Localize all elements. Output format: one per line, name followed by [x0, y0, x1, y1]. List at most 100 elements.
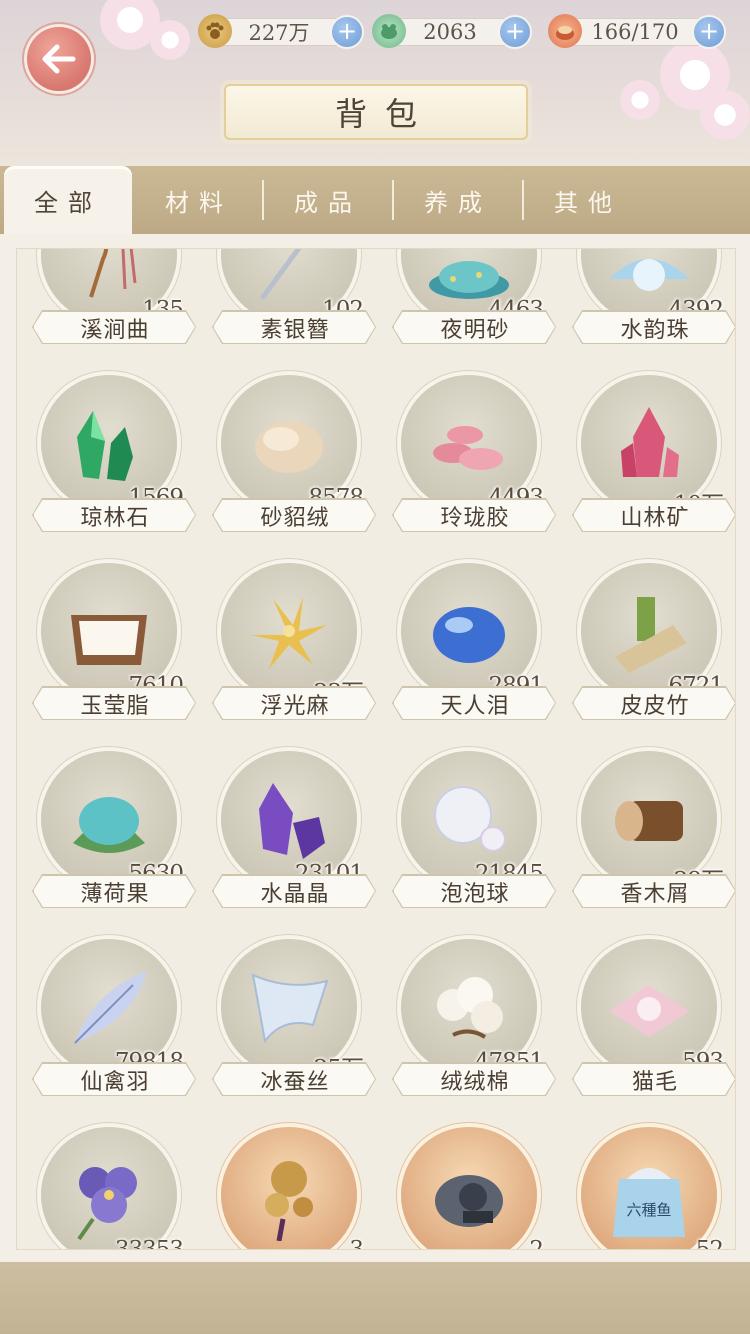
- mint-fruit-icon: [73, 797, 145, 853]
- item-name-plate: 浮光麻: [213, 687, 375, 719]
- item-name-plate: 水韵珠: [573, 311, 735, 343]
- item-cell[interactable]: 47851 绒绒棉: [385, 939, 565, 1127]
- item-name: 砂貂绒: [260, 506, 330, 531]
- item-name: 玉莹脂: [80, 694, 150, 719]
- stone-mold-icon: [435, 1175, 503, 1227]
- page-title: 背包: [334, 95, 435, 133]
- item-name: 泡泡球: [440, 882, 510, 907]
- item-count: 3: [349, 1237, 364, 1250]
- item-name-plate: 皮皮竹: [573, 687, 735, 719]
- item-name: 薄荷果: [80, 882, 150, 907]
- item-name: 香木屑: [620, 882, 690, 907]
- page-title-plate: 背包: [224, 84, 528, 140]
- bag-label: 六種鱼: [626, 1201, 671, 1219]
- item-name: 天人泪: [440, 694, 510, 719]
- item-cell[interactable]: 5630 薄荷果: [25, 751, 205, 939]
- top-header: 227万 + 2063 + 166/170 + 背包: [0, 0, 750, 168]
- pastry-energy-icon: [548, 14, 582, 48]
- item-cell[interactable]: 23101 水晶晶: [205, 751, 385, 939]
- currency-energy: 166/170 +: [548, 14, 724, 48]
- gold-ornament-icon: [265, 1161, 313, 1241]
- item-cell[interactable]: 4493 玲珑胶: [385, 375, 565, 563]
- plus-icon: +: [698, 17, 720, 45]
- item-cell[interactable]: 33353: [25, 1127, 205, 1250]
- item-name-plate: 天人泪: [393, 687, 555, 719]
- fish-bag-icon: 六種鱼: [613, 1168, 685, 1237]
- item-cell[interactable]: 4392 水韵珠: [565, 249, 735, 375]
- blossom-decoration: [620, 80, 660, 120]
- item-cell[interactable]: 6721 皮皮竹: [565, 563, 735, 751]
- item-name: 琼林石: [80, 506, 150, 531]
- item-name-plate: 素银簪: [213, 311, 375, 343]
- item-name-plate: 仙禽羽: [33, 1063, 195, 1095]
- fur-ball-icon: [255, 421, 323, 473]
- item-cell[interactable]: 23万 浮光麻: [205, 563, 385, 751]
- item-cell[interactable]: 2: [385, 1127, 565, 1250]
- item-cell[interactable]: 4463 夜明砂: [385, 249, 565, 375]
- bamboo-icon: [615, 597, 687, 673]
- item-name-plate: 冰蚕丝: [213, 1063, 375, 1095]
- cream-box-icon: [71, 615, 147, 665]
- item-name: 溪涧曲: [80, 318, 150, 343]
- item-grid[interactable]: 135 溪涧曲 102 素银簪 4463 夜明砂 4392 水韵珠: [16, 248, 736, 1250]
- back-button[interactable]: [27, 27, 91, 91]
- back-arrow-icon: [42, 44, 76, 74]
- currency-jade: 2063 +: [372, 14, 530, 48]
- item-name-plate: 山林矿: [573, 499, 735, 531]
- blue-gem-icon: [433, 607, 505, 663]
- item-cell[interactable]: 8578 砂貂绒: [205, 375, 385, 563]
- bottom-bar: [0, 1262, 750, 1334]
- pink-mushroom-icon: [433, 426, 503, 470]
- item-name-plate: 琼林石: [33, 499, 195, 531]
- cotton-icon: [437, 977, 503, 1039]
- item-name: 皮皮竹: [620, 694, 690, 719]
- item-name-plate: 泡泡球: [393, 875, 555, 907]
- item-cell[interactable]: 102 素银簪: [205, 249, 385, 375]
- item-cell[interactable]: 593 猫毛: [565, 939, 735, 1127]
- yellow-flower-icon: [251, 597, 327, 669]
- item-name-plate: 绒绒棉: [393, 1063, 555, 1095]
- tab-other[interactable]: 其他: [524, 166, 652, 234]
- item-cell[interactable]: 21845 泡泡球: [385, 751, 565, 939]
- add-coins-button[interactable]: +: [332, 17, 362, 47]
- feather-icon: [74, 971, 147, 1044]
- item-cell[interactable]: 7610 玉莹脂: [25, 563, 205, 751]
- add-energy-button[interactable]: +: [694, 17, 724, 47]
- tab-cultivation[interactable]: 养成: [394, 166, 522, 234]
- item-count: 33353: [114, 1237, 184, 1250]
- tab-products[interactable]: 成品: [264, 166, 392, 234]
- item-name: 山林矿: [620, 506, 690, 531]
- item-name-plate: 猫毛: [573, 1063, 735, 1095]
- plus-icon: +: [336, 17, 358, 45]
- item-name: 浮光麻: [260, 694, 330, 719]
- item-cell[interactable]: 1569 琼林石: [25, 375, 205, 563]
- item-cell[interactable]: 10万 山林矿: [565, 375, 735, 563]
- green-crystal-icon: [77, 411, 133, 481]
- blossom-decoration: [700, 90, 750, 140]
- item-cell[interactable]: 79818 仙禽羽: [25, 939, 205, 1127]
- purple-crystal-icon: [259, 783, 325, 859]
- item-cell[interactable]: 29万 香木屑: [565, 751, 735, 939]
- item-cell[interactable]: 六種鱼 52: [565, 1127, 735, 1249]
- plus-icon: +: [504, 17, 526, 45]
- cat-hair-icon: [609, 985, 689, 1037]
- silver-hairpin-icon: [260, 249, 302, 300]
- pansy-flower-icon: [77, 1167, 137, 1241]
- item-name-plate: 水晶晶: [213, 875, 375, 907]
- item-name: 仙禽羽: [80, 1070, 150, 1095]
- item-cell[interactable]: 25万 冰蚕丝: [205, 939, 385, 1127]
- hairpin-tassel-icon: [89, 249, 137, 298]
- item-name: 水韵珠: [620, 318, 690, 343]
- item-cell[interactable]: 135 溪涧曲: [25, 249, 205, 375]
- tab-all[interactable]: 全部: [4, 166, 132, 234]
- item-name: 冰蚕丝: [260, 1070, 330, 1095]
- item-count: 2: [529, 1237, 544, 1250]
- glow-sand-icon: [429, 261, 509, 299]
- item-name-plate: 薄荷果: [33, 875, 195, 907]
- add-jade-button[interactable]: +: [500, 17, 530, 47]
- wood-log-icon: [615, 801, 683, 841]
- item-cell[interactable]: 3: [205, 1127, 385, 1250]
- item-cell[interactable]: 2891 天人泪: [385, 563, 565, 751]
- jade-frog-icon: [372, 14, 406, 48]
- tab-materials[interactable]: 材料: [135, 166, 263, 234]
